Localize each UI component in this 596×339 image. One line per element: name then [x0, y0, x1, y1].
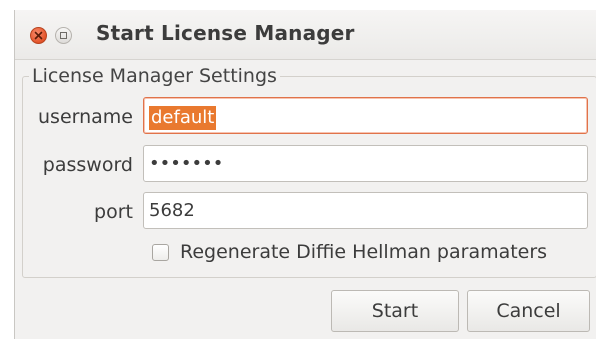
password-label: password [42, 154, 133, 176]
port-input[interactable] [143, 192, 588, 229]
window-title: Start License Manager [96, 21, 355, 45]
username-label: username [38, 106, 133, 128]
cancel-button[interactable]: Cancel [467, 290, 590, 332]
regenerate-checkbox[interactable] [152, 244, 169, 261]
password-input[interactable] [143, 145, 588, 182]
port-label: port [94, 201, 133, 223]
minimize-square-glyph [60, 32, 67, 39]
minimize-icon[interactable] [55, 27, 72, 44]
settings-group-title: License Manager Settings [29, 64, 280, 88]
username-selected-text: default [149, 106, 217, 130]
license-manager-dialog: Start License Manager License Manager Se… [14, 10, 596, 339]
regenerate-checkbox-label[interactable]: Regenerate Diffie Hellman paramaters [180, 240, 547, 264]
start-button[interactable]: Start [331, 290, 459, 332]
title-bar[interactable]: Start License Manager [15, 10, 596, 60]
close-icon[interactable] [30, 27, 47, 44]
